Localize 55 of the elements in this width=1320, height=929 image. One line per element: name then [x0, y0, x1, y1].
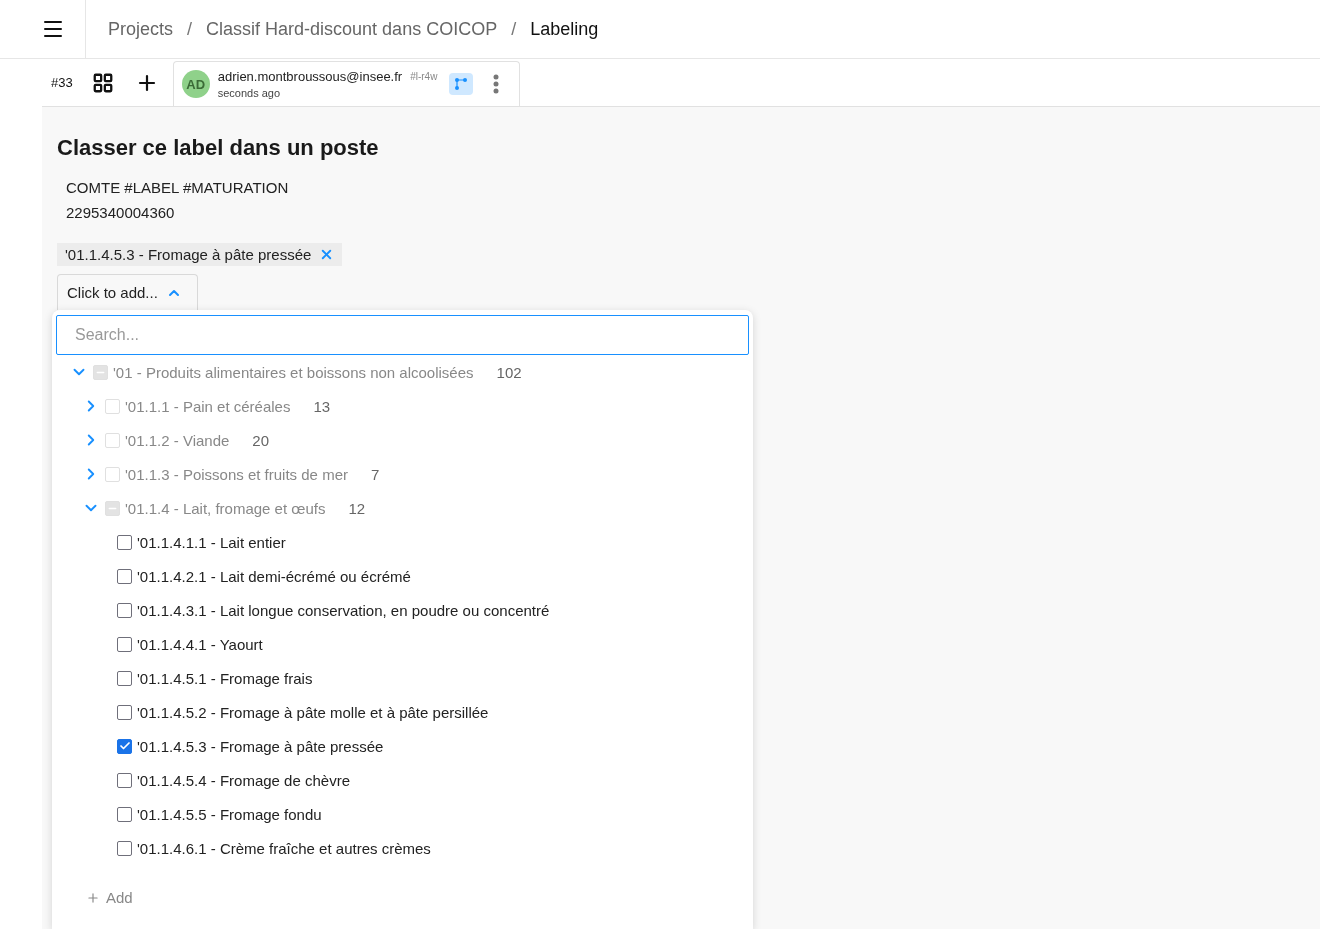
option-label[interactable]: '01.1.4.5.2 - Fromage à pâte molle et à pâte persillée [137, 703, 489, 721]
checkbox[interactable] [117, 670, 132, 686]
relations-button[interactable] [449, 73, 474, 95]
option-count: 12 [348, 499, 366, 517]
text-line: 2295340004360 [65, 203, 176, 223]
option-count: 102 [496, 363, 522, 381]
breadcrumb-separator: / [187, 18, 193, 40]
tag-label: '01.1.4.5.3 - Fromage à pâte pressée [65, 246, 312, 263]
annotation-tab[interactable]: AD adrien.montbroussous@insee.fr #l-r4w seconds ago [172, 61, 521, 106]
option-label[interactable]: '01.1.4.5.5 - Fromage fondu [137, 805, 322, 823]
option-count: 20 [252, 431, 270, 449]
add-dropdown[interactable]: Click to add... [57, 274, 198, 310]
relations-icon [454, 77, 469, 91]
breadcrumb-link[interactable]: Classif Hard-discount dans COICOP [206, 18, 498, 40]
option-label[interactable]: '01 - Produits alimentaires et boissons non alcoolisées [113, 363, 474, 381]
breadcrumb-link[interactable]: Labeling [530, 18, 599, 40]
option-label[interactable]: '01.1.1 - Pain et céréales [125, 397, 291, 415]
search-field[interactable]: Search... [56, 315, 749, 355]
more-icon [493, 74, 500, 94]
checkbox[interactable] [117, 636, 132, 652]
user-email: adrien.montbroussous@insee.fr [217, 69, 403, 84]
breadcrumb-separator: / [511, 18, 517, 40]
option-count: 13 [313, 397, 331, 415]
user-avatar: AD [181, 70, 210, 98]
option-label[interactable]: '01.1.4.1.1 - Lait entier [137, 533, 286, 551]
checkbox[interactable] [117, 568, 132, 584]
option-label[interactable]: '01.1.4.2.1 - Lait demi-écrémé ou écrémé [137, 567, 411, 585]
option-count: 7 [370, 465, 380, 483]
option-label[interactable]: '01.1.4.4.1 - Yaourt [137, 635, 263, 653]
checkbox[interactable] [117, 840, 132, 856]
task-id: #33 [50, 75, 74, 90]
checkbox[interactable] [117, 534, 132, 550]
plus-icon [86, 890, 100, 905]
option-label[interactable]: '01.1.3 - Poissons et fruits de mer [125, 465, 348, 483]
grid-icon [91, 71, 114, 94]
breadcrumb-link[interactable]: Projects [108, 18, 174, 40]
option-label[interactable]: '01.1.4.5.4 - Fromage de chèvre [137, 771, 350, 789]
checkbox[interactable] [117, 806, 132, 822]
checkbox[interactable] [117, 738, 132, 754]
option-label[interactable]: '01.1.4.6.1 - Crème fraîche et autres crèmes [137, 839, 431, 857]
option-label[interactable]: '01.1.2 - Viande [125, 431, 230, 449]
option-label[interactable]: '01.1.4 - Lait, fromage et œufs [125, 499, 326, 517]
timestamp: seconds ago [217, 87, 282, 99]
checkbox[interactable] [117, 602, 132, 618]
more-options-button[interactable] [493, 74, 500, 94]
option-label[interactable]: '01.1.4.5.1 - Fromage frais [137, 669, 313, 687]
text-line: COMTE #LABEL #MATURATION [65, 178, 290, 198]
option-label[interactable]: '01.1.4.5.3 - Fromage à pâte pressée [137, 737, 384, 755]
option-label[interactable]: '01.1.4.3.1 - Lait longue conservation, en poudre ou concentré [137, 601, 550, 619]
add-option-button[interactable]: Add [86, 889, 133, 906]
section-title: Classer ce label dans un poste [57, 135, 380, 161]
annotation-id: #l-r4w [410, 71, 438, 82]
checkbox[interactable] [117, 704, 132, 720]
check-icon [118, 740, 131, 752]
checkbox[interactable] [117, 772, 132, 788]
